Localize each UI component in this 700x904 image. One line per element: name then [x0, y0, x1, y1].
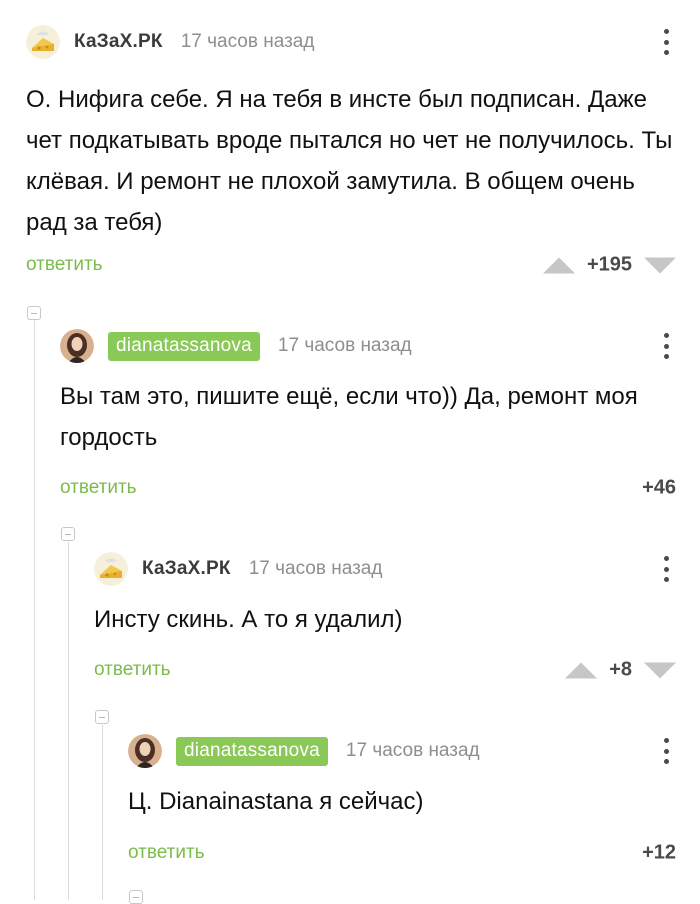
reply-link[interactable]: ответить — [128, 842, 205, 864]
comment-time: 17 часов назад — [345, 740, 480, 761]
comment-author[interactable]: КаЗаХ.РК — [142, 558, 231, 580]
vote-down-icon[interactable] — [644, 662, 676, 678]
comment-footer: ответить +195 — [26, 250, 676, 280]
user-photo-avatar[interactable] — [60, 329, 94, 363]
vote-up-icon[interactable] — [565, 662, 598, 678]
more-vertical-icon[interactable] — [656, 331, 676, 361]
cheese-avatar-icon[interactable] — [26, 25, 60, 59]
thread-line-level-1 — [34, 320, 35, 900]
comment-header: КаЗаХ.РК 17 часов назад — [94, 549, 676, 589]
comment-rating: +46 — [642, 477, 676, 500]
comment-author-op[interactable]: dianatassanova — [176, 736, 328, 766]
collapse-thread-icon[interactable] — [129, 890, 143, 904]
comment-author-op[interactable]: dianatassanova — [108, 331, 260, 361]
comment-footer: ответить +12 — [128, 838, 676, 868]
reply-link[interactable]: ответить — [60, 477, 137, 499]
comment: КаЗаХ.РК 17 часов назад О. Нифига себе. … — [26, 22, 676, 282]
comment: dianatassanova 17 часов назад Вы там это… — [60, 326, 676, 506]
more-vertical-icon[interactable] — [656, 554, 676, 584]
comment-text: Ц. Dianainastana я сейчас) — [128, 788, 424, 815]
comment-score: +8 — [609, 658, 632, 681]
collapse-thread-icon[interactable] — [95, 710, 109, 724]
comment-header: dianatassanova 17 часов назад — [60, 326, 676, 366]
comment-score: +195 — [586, 253, 632, 276]
comment-header: КаЗаХ.РК 17 часов назад — [26, 22, 676, 62]
comment-score: +12 — [642, 841, 676, 864]
comment-header: dianatassanova 17 часов назад — [128, 731, 676, 771]
comment-text: Инсту скинь. А то я удалил) — [94, 606, 403, 633]
comment-text: О. Нифига себе. Я на тебя в инсте был по… — [26, 86, 673, 236]
thread-line-level-3 — [102, 725, 103, 900]
comment-time: 17 часов назад — [180, 31, 315, 52]
more-vertical-icon[interactable] — [656, 27, 676, 57]
user-photo-avatar[interactable] — [128, 734, 162, 768]
comment-score: +46 — [642, 476, 676, 499]
comment-time: 17 часов назад — [248, 558, 383, 579]
comment-footer: ответить +46 — [60, 473, 676, 503]
reply-link[interactable]: ответить — [26, 254, 103, 276]
cheese-avatar-icon[interactable] — [94, 552, 128, 586]
comment-footer: ответить +8 — [94, 655, 676, 685]
thread-line-level-2 — [68, 542, 69, 900]
more-vertical-icon[interactable] — [656, 736, 676, 766]
comment: dianatassanova 17 часов назад Ц. Dianain… — [128, 731, 676, 871]
reply-link[interactable]: ответить — [94, 659, 171, 681]
collapse-thread-icon[interactable] — [27, 306, 41, 320]
comment-rating: +12 — [642, 842, 676, 865]
vote-down-icon[interactable] — [644, 257, 676, 273]
comment-time: 17 часов назад — [277, 335, 412, 356]
comment: КаЗаХ.РК 17 часов назад Инсту скинь. А т… — [94, 549, 676, 689]
comment-rating: +195 — [542, 253, 676, 277]
collapse-thread-icon[interactable] — [61, 527, 75, 541]
comment-text: Вы там это, пишите ещё, если что)) Да, р… — [60, 383, 638, 451]
comment-author[interactable]: КаЗаХ.РК — [74, 31, 163, 53]
vote-up-icon[interactable] — [542, 257, 575, 273]
comment-rating: +8 — [565, 659, 676, 682]
